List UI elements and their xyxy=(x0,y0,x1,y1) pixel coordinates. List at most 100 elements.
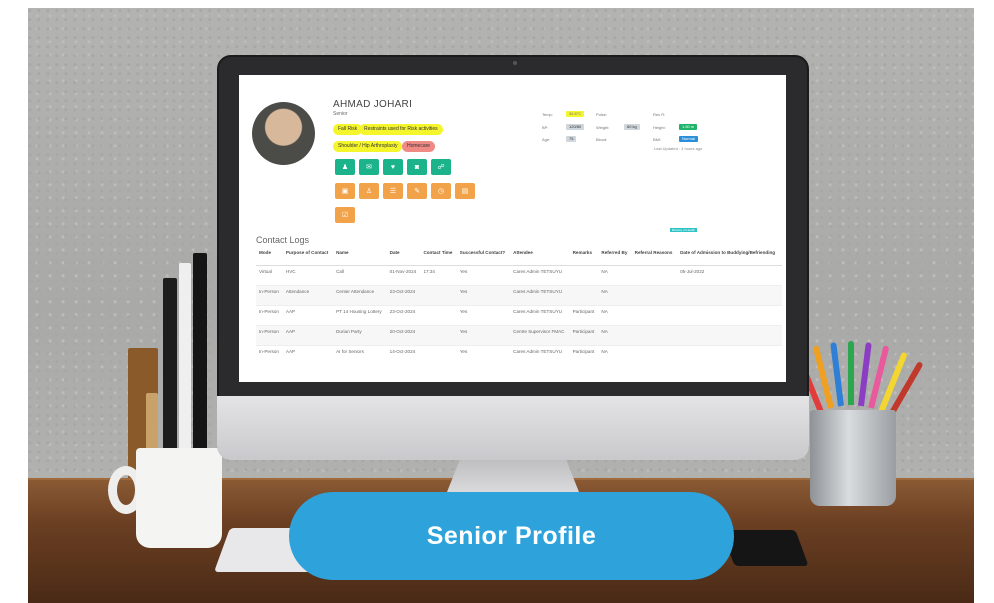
tag-arthroplasty[interactable]: Shoulder / Hip Arthroplasty xyxy=(333,141,403,152)
table-cell xyxy=(631,344,678,365)
table-cell: Yes xyxy=(456,304,511,325)
table-cell: In-Person xyxy=(256,324,283,345)
table-row[interactable]: Virtual HVC Call 01-Nov-2024 17:34 Yes Cares A… xyxy=(256,264,782,285)
vital-label-height: Height: xyxy=(653,125,666,130)
table-cell xyxy=(677,344,782,365)
table-row[interactable]: In-Person AAP Durian Party 20-Oct-2024 Yes Ce… xyxy=(256,324,782,345)
coffee-mug xyxy=(136,448,222,548)
pencil-cup xyxy=(810,410,896,506)
vital-value-temp: 36.8°C xyxy=(566,111,585,117)
table-cell: Center Attendance xyxy=(333,284,387,305)
vital-label-weight: Weight: xyxy=(596,125,610,130)
vital-value-bp: 120/80 xyxy=(566,124,585,130)
heart-icon[interactable]: ♥ xyxy=(383,159,403,175)
vital-label-pulse: Pulse: xyxy=(596,112,608,117)
table-cell: AI for Seniors xyxy=(333,344,387,365)
column-header[interactable]: Successful Contact? xyxy=(456,247,511,266)
table-cell xyxy=(631,324,678,345)
table-cell xyxy=(677,304,782,325)
table-cell: Cares Admin TETSUYU xyxy=(510,264,570,285)
table-cell: Yes xyxy=(456,344,511,365)
column-header[interactable]: Date xyxy=(386,247,421,266)
table-row[interactable]: In-Person Attendance Center Attendance 23-O… xyxy=(256,284,782,305)
table-cell xyxy=(677,324,782,345)
table-cell: 17:34 xyxy=(420,264,457,285)
pencil xyxy=(830,342,844,407)
clock-icon[interactable]: ◷ xyxy=(431,183,451,199)
table-header-row: Mode Purpose of Contact Name Date Contac… xyxy=(256,247,782,266)
table-cell: Attendance xyxy=(282,284,334,305)
app-screen: AHMAD JOHARI Senior Fall Risk Restraints… xyxy=(239,75,786,382)
senior-name: AHMAD JOHARI xyxy=(333,99,413,110)
column-header[interactable]: Referral Reasons xyxy=(631,247,678,266)
table-cell: AAP xyxy=(282,304,334,325)
vital-label-age: Age: xyxy=(542,137,551,142)
camera-icon[interactable]: ◙ xyxy=(407,159,427,175)
table-cell: NA xyxy=(598,324,632,345)
column-header[interactable]: Attendee xyxy=(510,247,570,266)
table-cell: AAP xyxy=(282,344,334,365)
table-cell xyxy=(631,264,678,285)
table-cell: 20-Oct-2024 xyxy=(386,324,421,345)
table-cell: 14-Oct-2024 xyxy=(386,344,421,365)
table-cell: Participant xyxy=(569,304,599,325)
table-row[interactable]: In-Person AAP AI for Seniors 14-Oct-2024 Yes… xyxy=(256,344,782,365)
table-cell: Participant xyxy=(569,344,599,365)
avatar[interactable] xyxy=(252,102,315,165)
person-icon[interactable]: ♟ xyxy=(335,159,355,175)
table-cell xyxy=(631,284,678,305)
table-cell xyxy=(677,284,782,305)
contact-logs-title: Contact Logs xyxy=(256,235,310,245)
table-cell xyxy=(420,304,457,325)
column-header[interactable]: Name xyxy=(333,247,387,266)
user-add-icon[interactable]: ♙ xyxy=(359,183,379,199)
table-cell: In-Person xyxy=(256,284,283,305)
pencil-icon[interactable]: ✎ xyxy=(407,183,427,199)
list-icon[interactable]: ☰ xyxy=(383,183,403,199)
vital-label-bmi: BMI: xyxy=(653,137,662,142)
table-cell: Yes xyxy=(456,324,511,345)
shirt-icon[interactable]: ▣ xyxy=(335,183,355,199)
table-row[interactable]: In-Person AAP PT 14 Housing Lottery 23-Oct-… xyxy=(256,304,782,325)
senior-role: Senior xyxy=(333,111,348,117)
document-icon[interactable]: ▤ xyxy=(455,183,475,199)
stethoscope-icon[interactable]: ☍ xyxy=(431,159,451,175)
senior-profile-banner: Senior Profile xyxy=(289,492,734,580)
chat-icon[interactable]: ✉ xyxy=(359,159,379,175)
table-cell xyxy=(420,324,457,345)
vital-value-height: 1.60 m xyxy=(679,124,698,130)
vital-value-weight: 60 kg xyxy=(624,124,640,130)
table-cell xyxy=(420,344,457,365)
column-header[interactable]: Contact Time xyxy=(420,247,457,266)
column-header[interactable]: Mode xyxy=(256,247,283,266)
table-cell: Virtual xyxy=(256,264,283,285)
table-cell xyxy=(569,284,599,305)
monitor-chin xyxy=(217,396,809,460)
table-cell: AAP xyxy=(282,324,334,345)
tag-restraints[interactable]: Restraints used for Risk activities xyxy=(359,124,443,135)
vital-value-age: 75 xyxy=(566,136,577,142)
table-cell: NA xyxy=(598,284,632,305)
tag-homecare[interactable]: Homecare xyxy=(402,141,436,152)
column-header[interactable]: Date of Admission to Buddying/Befriendin… xyxy=(677,247,782,266)
column-header[interactable]: Purpose of Contact xyxy=(282,247,334,266)
table-cell: HVC xyxy=(282,264,334,285)
table-cell: Durian Party xyxy=(333,324,387,345)
table-cell: 05-Jul-2022 xyxy=(677,264,782,285)
info-bar[interactable]: Ministry of Health xyxy=(670,228,697,232)
column-header[interactable]: Referred By xyxy=(598,247,632,266)
checklist-icon[interactable]: ☑ xyxy=(335,207,355,223)
table-cell: NA xyxy=(598,344,632,365)
column-header[interactable]: Remarks xyxy=(569,247,599,266)
table-cell: NA xyxy=(598,264,632,285)
table-cell: Cares Admin TETSUYU xyxy=(510,344,570,365)
table-cell: In-Person xyxy=(256,344,283,365)
table-cell xyxy=(631,304,678,325)
table-cell: PT 14 Housing Lottery xyxy=(333,304,387,325)
camera-icon xyxy=(513,61,517,65)
table-cell: 23-Oct-2024 xyxy=(386,284,421,305)
contact-logs-table: Mode Purpose of Contact Name Date Contac… xyxy=(256,247,782,365)
table-cell: Cares Admin TETSUYU xyxy=(510,284,570,305)
tag-fall-risk[interactable]: Fall Risk xyxy=(333,124,363,135)
table-cell: Call xyxy=(333,264,387,285)
